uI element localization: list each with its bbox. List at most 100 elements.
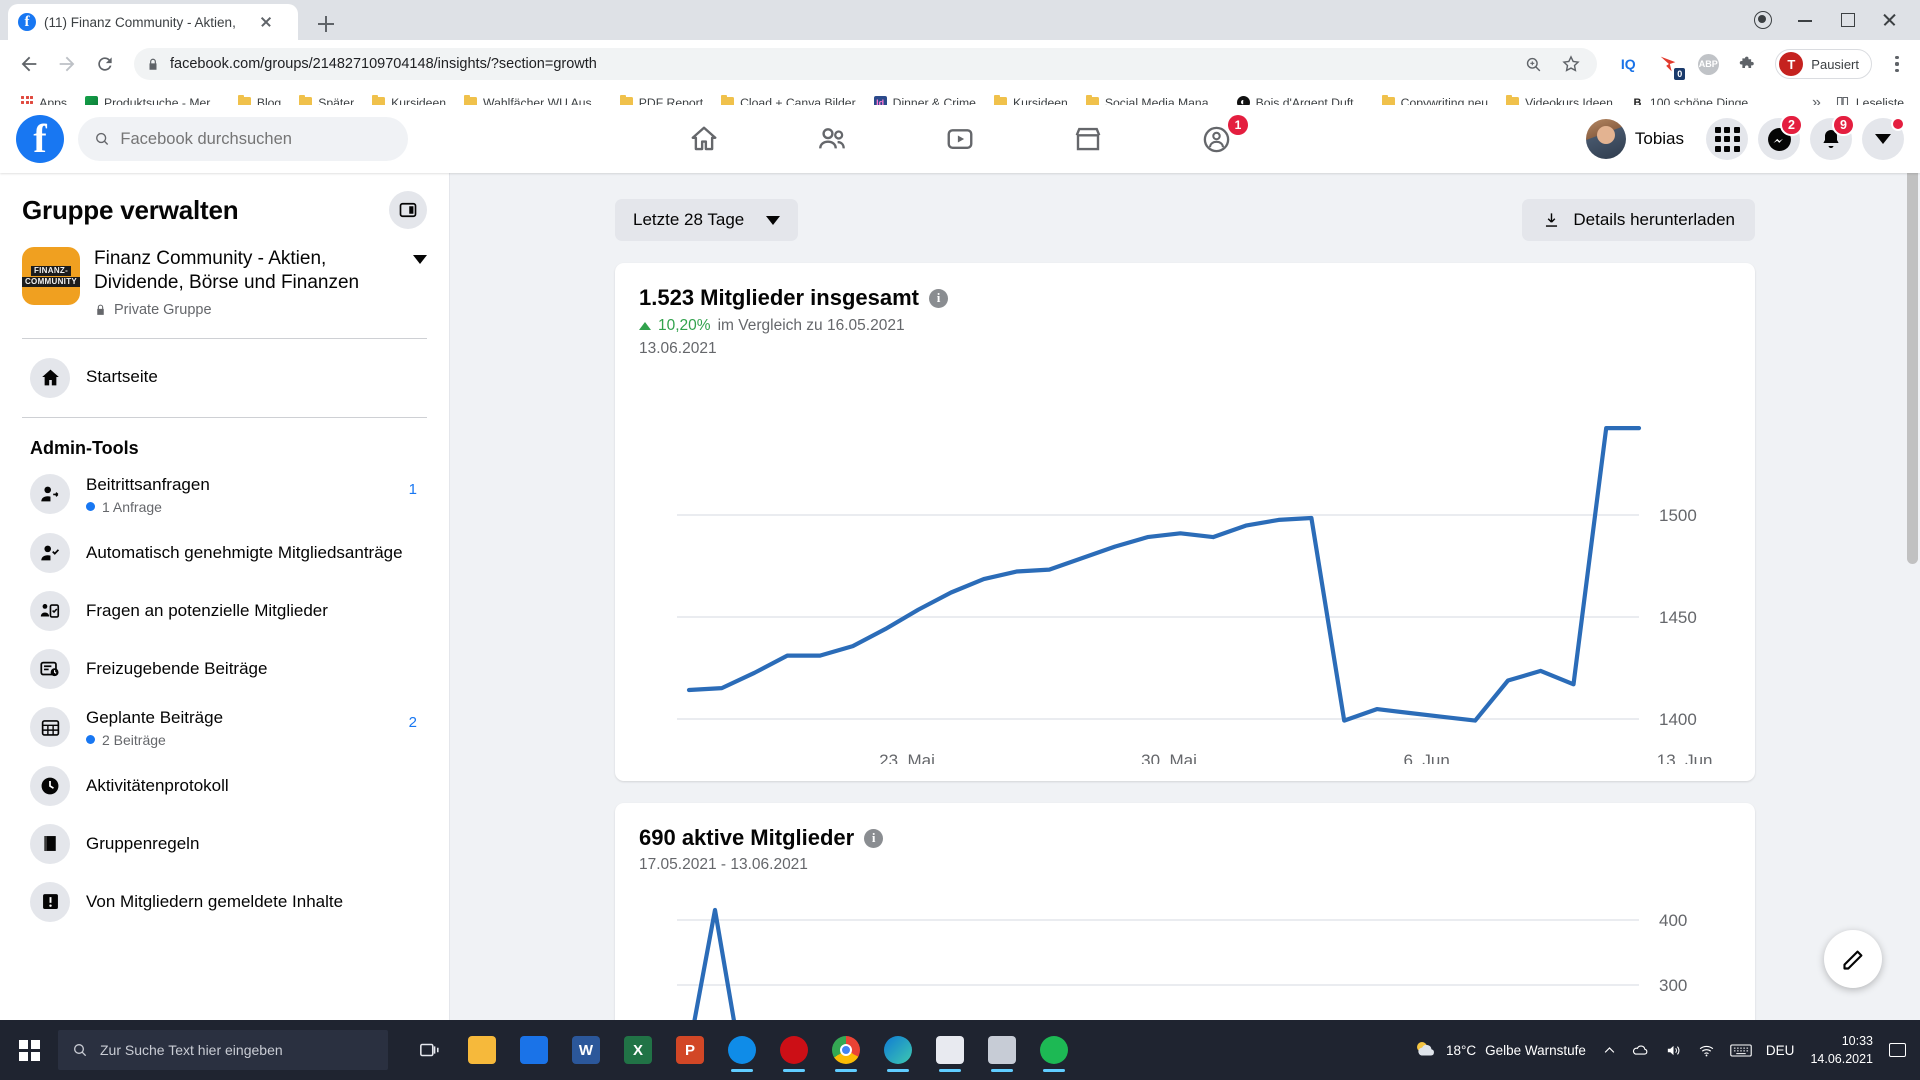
sidebar-item-label: Freizugebende Beiträge — [86, 658, 268, 678]
address-bar[interactable]: facebook.com/groups/214827109704148/insi… — [134, 48, 1598, 80]
notification-center-icon[interactable] — [1889, 1043, 1906, 1057]
insights-toolbar: Letzte 28 Tage Details herunterladen — [615, 199, 1755, 241]
close-icon[interactable] — [257, 13, 275, 31]
sidebar-item-count: 2 — [408, 713, 417, 731]
onedrive-icon[interactable] — [718, 1026, 766, 1074]
messenger-badge: 2 — [1780, 114, 1803, 136]
group-identity[interactable]: FINANZ- COMMUNITY Finanz Community - Akt… — [21, 243, 427, 328]
calculator-icon[interactable] — [978, 1026, 1026, 1074]
sidebar-item-startseite[interactable]: Startseite — [22, 349, 427, 407]
facebook-logo-icon[interactable]: f — [16, 115, 64, 163]
weather-text: Gelbe Warnstufe — [1485, 1042, 1586, 1058]
forward-icon[interactable] — [50, 47, 84, 81]
onedrive-tray-icon[interactable] — [1631, 1042, 1650, 1059]
minimize-button[interactable] — [1798, 12, 1814, 28]
nav-marketplace[interactable] — [1032, 111, 1144, 167]
volume-icon[interactable] — [1664, 1042, 1683, 1059]
avatar — [1585, 119, 1626, 159]
compose-button[interactable] — [1824, 930, 1882, 988]
pending-posts-icon — [30, 648, 70, 689]
weather-widget[interactable]: 18°C Gelbe Warnstufe — [1413, 1038, 1586, 1062]
facebook-main-nav: 1 — [648, 111, 1272, 167]
watch-video-icon — [947, 129, 973, 149]
keyboard-icon[interactable] — [1730, 1043, 1752, 1058]
bird-extension-icon[interactable]: 0 — [1655, 51, 1686, 80]
reload-icon[interactable] — [88, 47, 122, 81]
chrome-profile-button[interactable]: T Pausiert — [1775, 49, 1872, 79]
trend-up-icon — [639, 322, 651, 330]
page-scrollbar[interactable] — [1904, 105, 1920, 952]
iq-extension-icon[interactable]: IQ — [1615, 51, 1641, 77]
chart-line — [692, 907, 736, 1020]
sidebar-item-aktivitaetenprotokoll[interactable]: Aktivitätenprotokoll — [22, 757, 427, 815]
info-icon[interactable]: i — [864, 828, 884, 848]
account-circle-icon[interactable] — [1754, 11, 1772, 29]
sidebar-item-automatisch-genehmigte[interactable]: Automatisch genehmigte Mitgliedsanträge — [22, 524, 427, 582]
mail-icon[interactable] — [510, 1026, 558, 1074]
chevron-up-icon[interactable] — [1602, 1043, 1617, 1058]
bookmark-star-icon[interactable] — [1561, 54, 1581, 74]
search-input[interactable] — [78, 117, 408, 161]
group-logo-line1: FINANZ- — [30, 265, 72, 276]
nav-home[interactable] — [648, 111, 760, 167]
back-icon[interactable] — [12, 47, 46, 81]
wifi-icon[interactable] — [1697, 1042, 1716, 1059]
taskbar-search[interactable]: Zur Suche Text hier eingeben — [58, 1030, 388, 1070]
info-icon[interactable]: i — [929, 288, 948, 308]
chrome-menu-icon[interactable] — [1886, 56, 1908, 72]
photos-icon[interactable] — [926, 1026, 974, 1074]
search-field[interactable] — [120, 129, 392, 149]
profile-shortcut[interactable]: Tobias — [1583, 116, 1696, 162]
profile-avatar: T — [1779, 52, 1804, 76]
chart2-svg: 400 300 — [677, 907, 1687, 1020]
browser-tab[interactable]: f (11) Finanz Community - Aktien, — [8, 4, 298, 40]
account-chevron-icon — [1875, 134, 1891, 144]
nav-watch[interactable] — [904, 111, 1016, 167]
browser-toolbar: facebook.com/groups/214827109704148/insi… — [0, 40, 1920, 88]
sidebar-item-gruppenregeln[interactable]: Gruppenregeln — [22, 815, 427, 873]
puzzle-extensions-icon[interactable] — [1735, 51, 1761, 77]
excel-icon[interactable]: X — [614, 1026, 662, 1074]
sidebar-item-label: Von Mitgliedern gemeldete Inhalte — [86, 891, 344, 911]
y-tick-label: 400 — [1659, 911, 1687, 930]
account-menu-button[interactable] — [1862, 117, 1905, 160]
sidebar-item-freizugebende-beitraege[interactable]: Freizugebende Beiträge — [22, 640, 427, 698]
file-explorer-icon[interactable] — [458, 1026, 506, 1074]
account-alert-dot — [1891, 117, 1905, 131]
date-range-button[interactable]: Letzte 28 Tage — [615, 199, 799, 241]
taskbar-clock[interactable]: 10:33 14.06.2021 — [1810, 1032, 1873, 1068]
maximize-button[interactable] — [1840, 12, 1856, 28]
chevron-down-icon[interactable] — [413, 255, 427, 264]
word-icon[interactable]: W — [562, 1026, 610, 1074]
notifications-button[interactable]: 9 — [1810, 114, 1855, 160]
apps-grid-button[interactable] — [1706, 118, 1748, 160]
language-indicator[interactable]: DEU — [1766, 1043, 1795, 1058]
extensions-row: IQ 0 ABP T Pausiert — [1609, 49, 1908, 80]
close-window-button[interactable] — [1882, 12, 1898, 28]
x-tick-label: 6. Jun. — [1403, 751, 1454, 764]
scrollbar-thumb[interactable] — [1907, 109, 1918, 564]
edge-icon[interactable] — [874, 1026, 922, 1074]
powerpoint-icon[interactable]: P — [666, 1026, 714, 1074]
card-date-range: 17.05.2021 - 13.06.2021 — [639, 856, 808, 873]
windows-start-icon[interactable] — [0, 1020, 58, 1080]
zoom-icon[interactable] — [1524, 55, 1543, 74]
sidebar-item-fragen[interactable]: Fragen an potenzielle Mitglieder — [22, 582, 427, 640]
new-tab-button[interactable] — [312, 10, 340, 38]
active-members-card: 690 aktive Mitglieder i 17.05.2021 - 13.… — [615, 803, 1755, 1020]
nav-groups[interactable]: 1 — [1160, 111, 1272, 167]
messenger-button[interactable]: 2 — [1758, 114, 1803, 160]
chrome-icon[interactable] — [822, 1026, 870, 1074]
spotify-icon[interactable] — [1030, 1026, 1078, 1074]
sidebar-item-beitrittsanfragen[interactable]: Beitrittsanfragen 1 Anfrage 1 — [22, 465, 427, 524]
collapse-panel-icon[interactable] — [389, 191, 427, 229]
sidebar-item-count: 1 — [408, 480, 417, 498]
opera-icon[interactable] — [770, 1026, 818, 1074]
sidebar-item-gemeldete-inhalte[interactable]: Von Mitgliedern gemeldete Inhalte — [22, 873, 427, 931]
sidebar-item-geplante-beitraege[interactable]: Geplante Beiträge 2 Beiträge 2 — [22, 698, 427, 757]
page-title: Gruppe verwalten — [22, 194, 239, 225]
task-view-icon[interactable] — [406, 1026, 454, 1074]
download-details-button[interactable]: Details herunterladen — [1522, 199, 1755, 241]
nav-friends[interactable] — [776, 111, 888, 167]
abp-extension-icon[interactable]: ABP — [1695, 51, 1721, 77]
